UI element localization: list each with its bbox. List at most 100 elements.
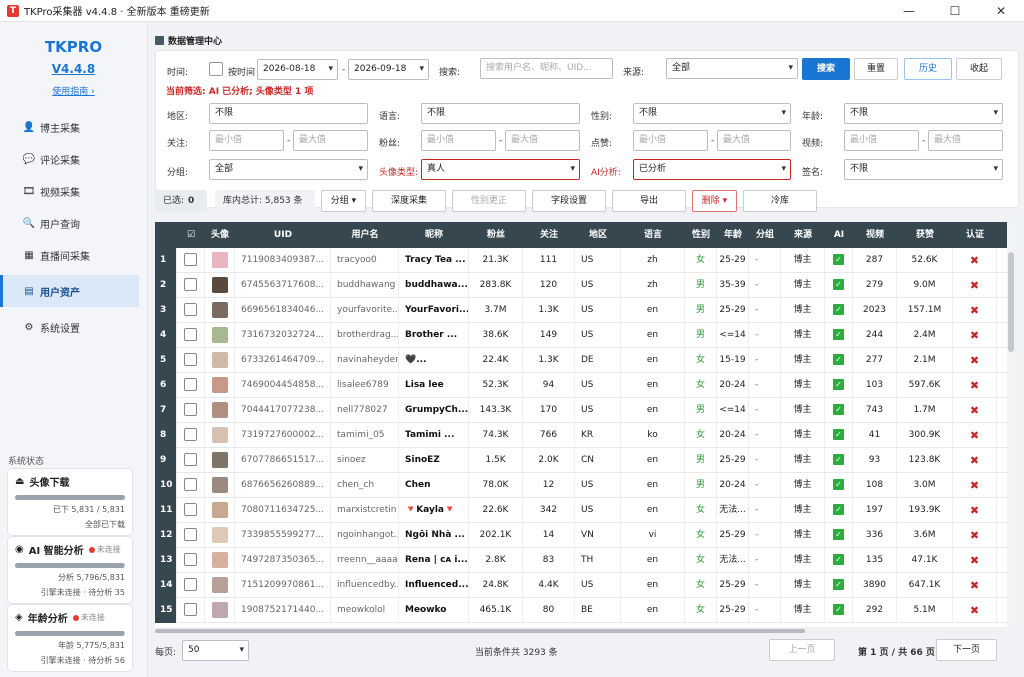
- avatar-type-select[interactable]: 真人: [421, 159, 580, 180]
- version-link[interactable]: V4.4.8: [0, 62, 147, 76]
- fans-max-input[interactable]: 最大值: [505, 130, 580, 151]
- column-header[interactable]: 认证: [953, 222, 997, 248]
- row-checkbox[interactable]: [184, 478, 197, 491]
- row-checkbox[interactable]: [184, 278, 197, 291]
- row-checkbox[interactable]: [184, 603, 197, 616]
- next-page-button[interactable]: 下一页: [936, 639, 997, 661]
- table-row[interactable]: 13 7497287350365... rreenn__aaaa Rena | ᴄᴀ …: [155, 548, 1007, 573]
- nav-item-live[interactable]: ▦ 直播间采集: [0, 239, 147, 271]
- table-row[interactable]: 2 6745563717608... buddhawang buddhawa... 28…: [155, 273, 1007, 298]
- table-row[interactable]: 14 7151209970861... influencedby... Influen…: [155, 573, 1007, 598]
- table-row[interactable]: 6 7469004454858... lisalee6789 Lisa lee 52.3…: [155, 373, 1007, 398]
- column-header[interactable]: AI: [825, 222, 853, 248]
- age-select[interactable]: 不限: [844, 103, 1003, 124]
- nav-item-comments[interactable]: 💬 评论采集: [0, 143, 147, 175]
- row-checkbox[interactable]: [184, 328, 197, 341]
- table-row[interactable]: 10 6876656260889... chen_ch Chen 78.0K 12 US en…: [155, 473, 1007, 498]
- group-select[interactable]: 全部: [209, 159, 368, 180]
- table-row[interactable]: 7 7044417077238... nell778027 GrumpyCh... 14…: [155, 398, 1007, 423]
- gender-select[interactable]: 不限: [633, 103, 791, 124]
- row-checkbox[interactable]: [184, 353, 197, 366]
- source-select[interactable]: 全部: [666, 58, 798, 79]
- column-header[interactable]: 性别: [685, 222, 717, 248]
- guide-link[interactable]: 使用指南 ›: [0, 84, 147, 97]
- table-row[interactable]: 1 7119083409387... tracyoo0 Tracy Tea ... 21…: [155, 248, 1007, 273]
- delete-dropdown-button[interactable]: 删除 ▾: [692, 190, 737, 212]
- maximize-button[interactable]: ☐: [932, 0, 978, 22]
- column-header[interactable]: 粉丝: [469, 222, 523, 248]
- row-checkbox[interactable]: [184, 503, 197, 516]
- table-row[interactable]: 12 7339855599277... ngoinhangot... Ngôi Nhà…: [155, 523, 1007, 548]
- date-to-picker[interactable]: 2026-09-18: [348, 59, 429, 80]
- region-field[interactable]: 不限: [209, 103, 368, 124]
- row-checkbox[interactable]: [184, 578, 197, 591]
- ai-analysis-select[interactable]: 已分析: [633, 159, 791, 180]
- column-header[interactable]: UID: [235, 222, 331, 248]
- nav-item-blogger[interactable]: 👤 博主采集: [0, 111, 147, 143]
- column-header[interactable]: 获赞: [897, 222, 953, 248]
- table-row[interactable]: 4 7316732032724... brotherdrag... Brother .…: [155, 323, 1007, 348]
- row-checkbox[interactable]: [184, 378, 197, 391]
- column-header[interactable]: 分组: [749, 222, 781, 248]
- export-button[interactable]: 导出: [612, 190, 686, 212]
- cold-storage-button[interactable]: 冷库: [743, 190, 817, 212]
- likes-min-input[interactable]: 最小值: [633, 130, 708, 151]
- nav-item-videos[interactable]: 🎞 视频采集: [0, 175, 147, 207]
- minimize-button[interactable]: —: [886, 0, 932, 22]
- follow-min-input[interactable]: 最小值: [209, 130, 284, 151]
- nav-item-user-query[interactable]: 🔍 用户查询: [0, 207, 147, 239]
- language-field[interactable]: 不限: [421, 103, 580, 124]
- column-header[interactable]: 视频: [853, 222, 897, 248]
- table-row[interactable]: 3 6696561834046... yourfavorite... YourFavo…: [155, 298, 1007, 323]
- video-min-input[interactable]: 最小值: [844, 130, 919, 151]
- per-page-select[interactable]: 50: [182, 640, 249, 661]
- deep-collect-button[interactable]: 深度采集: [372, 190, 446, 212]
- row-checkbox[interactable]: [184, 453, 197, 466]
- check-icon: ✓: [833, 404, 844, 415]
- row-number: 6: [155, 373, 177, 398]
- row-checkbox[interactable]: [184, 428, 197, 441]
- follow-max-input[interactable]: 最大值: [293, 130, 368, 151]
- column-header[interactable]: 年龄: [717, 222, 749, 248]
- column-header[interactable]: 用户名: [331, 222, 399, 248]
- check-icon: ✓: [833, 379, 844, 390]
- table-row[interactable]: 5 6733261464709... navinaheyden 🖤... 22.4K 1.…: [155, 348, 1007, 373]
- by-time-checkbox[interactable]: [209, 62, 223, 76]
- video-max-input[interactable]: 最大值: [928, 130, 1003, 151]
- table-row[interactable]: 8 7319727600002... tamimi_05 Tamimi ... 74.3…: [155, 423, 1007, 448]
- table-row[interactable]: 9 6707786651517... sinoez SinoEZ 1.5K 2.0K CN e…: [155, 448, 1007, 473]
- row-checkbox[interactable]: [184, 528, 197, 541]
- likes-max-input[interactable]: 最大值: [717, 130, 791, 151]
- row-checkbox[interactable]: [184, 303, 197, 316]
- column-header[interactable]: [155, 222, 177, 248]
- table-row[interactable]: 15 1908752171440... meowkolol Meowko 465.1K 8…: [155, 598, 1007, 623]
- history-button[interactable]: 历史: [904, 58, 952, 80]
- column-header[interactable]: ☑: [177, 222, 205, 248]
- nav-item-user-assets[interactable]: ▤ 用户资产: [0, 275, 139, 307]
- search-input[interactable]: 搜索用户名、昵称、UID...: [480, 58, 613, 79]
- vertical-scrollbar[interactable]: [1007, 222, 1015, 627]
- signature-select[interactable]: 不限: [844, 159, 1003, 180]
- column-header[interactable]: 语言: [621, 222, 685, 248]
- group-dropdown-button[interactable]: 分组 ▾: [321, 190, 366, 212]
- column-header[interactable]: 头像: [205, 222, 235, 248]
- column-header[interactable]: 昵称: [399, 222, 469, 248]
- fans-min-input[interactable]: 最小值: [421, 130, 496, 151]
- prev-page-button[interactable]: 上一页: [769, 639, 835, 661]
- collapse-button[interactable]: 收起: [956, 58, 1002, 80]
- row-checkbox[interactable]: [184, 553, 197, 566]
- table-row[interactable]: 11 7080711634725... marxistcretin 🔻Kayla🔻 22…: [155, 498, 1007, 523]
- reset-button[interactable]: 重置: [854, 58, 898, 80]
- date-from-picker[interactable]: 2026-08-18: [257, 59, 338, 80]
- search-button[interactable]: 搜索: [802, 58, 850, 80]
- row-checkbox[interactable]: [184, 403, 197, 416]
- horizontal-scrollbar[interactable]: [155, 628, 1007, 634]
- column-header[interactable]: 来源: [781, 222, 825, 248]
- close-button[interactable]: ✕: [978, 0, 1024, 22]
- nav-item-settings[interactable]: ⚙ 系统设置: [0, 311, 147, 343]
- column-header[interactable]: 地区: [575, 222, 621, 248]
- gender-correct-button[interactable]: 性别更正: [452, 190, 526, 212]
- column-header[interactable]: 关注: [523, 222, 575, 248]
- row-checkbox[interactable]: [184, 253, 197, 266]
- field-settings-button[interactable]: 字段设置: [532, 190, 606, 212]
